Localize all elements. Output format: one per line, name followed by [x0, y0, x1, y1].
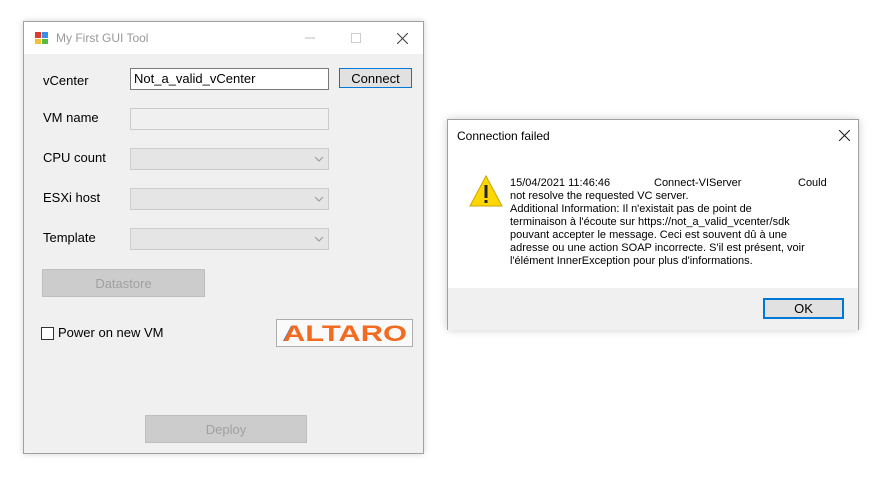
- deploy-button[interactable]: Deploy: [145, 415, 307, 443]
- template-select[interactable]: [130, 228, 329, 250]
- message-line: not resolve the requested VC server.: [510, 190, 689, 202]
- main-window: My First GUI Tool vCenter Not_a_valid_vC…: [23, 21, 424, 454]
- dialog-close-button[interactable]: [830, 120, 858, 150]
- close-button[interactable]: [379, 22, 425, 54]
- window-title: My First GUI Tool: [56, 31, 149, 45]
- dialog-footer: OK: [448, 288, 858, 330]
- message-line: terminaison à l'écoute sur https://not_a…: [510, 216, 790, 228]
- message-source: Connect-VIServer: [654, 177, 742, 189]
- chevron-down-icon: [314, 236, 324, 242]
- vcenter-label: vCenter: [43, 73, 89, 88]
- message-line: Additional Information: Il n'existait pa…: [510, 203, 752, 215]
- message-line: adresse ou une action SOAP incorrecte. S…: [510, 242, 805, 254]
- error-message: 15/04/2021 11:46:46 Connect-VIServer Cou…: [510, 177, 836, 268]
- message-could: Could: [798, 177, 827, 189]
- minimize-icon: [305, 37, 315, 39]
- chevron-down-icon: [314, 156, 324, 162]
- app-icon: [35, 32, 48, 44]
- minimize-button[interactable]: [287, 22, 333, 54]
- esxi-host-select[interactable]: [130, 188, 329, 210]
- title-bar: My First GUI Tool: [24, 22, 423, 54]
- vm-name-label: VM name: [43, 110, 99, 125]
- power-on-checkbox[interactable]: [41, 327, 54, 340]
- power-on-label: Power on new VM: [58, 325, 164, 340]
- message-timestamp: 15/04/2021 11:46:46: [510, 177, 611, 189]
- cpu-count-select[interactable]: [130, 148, 329, 170]
- ok-button[interactable]: OK: [763, 298, 844, 319]
- template-label: Template: [43, 230, 96, 245]
- dialog-title: Connection failed: [457, 129, 550, 143]
- connection-failed-dialog: Connection failed 15/04/2021 11:46:46 Co…: [447, 119, 859, 330]
- chevron-down-icon: [314, 196, 324, 202]
- warning-icon: [469, 175, 503, 207]
- message-header-row: 15/04/2021 11:46:46 Connect-VIServer Cou…: [510, 177, 836, 190]
- vcenter-input[interactable]: Not_a_valid_vCenter: [130, 68, 329, 90]
- message-line: l'élément InnerException pour plus d'inf…: [510, 255, 753, 267]
- connect-button[interactable]: Connect: [339, 68, 412, 88]
- datastore-button[interactable]: Datastore: [42, 269, 205, 297]
- maximize-icon: [351, 33, 361, 43]
- altaro-logo: ALTARO: [276, 319, 413, 347]
- logo-text: ALTARO: [283, 321, 407, 346]
- close-icon: [838, 129, 850, 141]
- altaro-logo-graphic: ALTARO: [283, 321, 407, 346]
- vm-name-input[interactable]: [130, 108, 329, 130]
- close-icon: [396, 32, 408, 44]
- maximize-button[interactable]: [333, 22, 379, 54]
- message-line: pouvant accepter le message. Ceci est so…: [510, 229, 788, 241]
- esxi-host-label: ESXi host: [43, 190, 101, 205]
- cpu-count-label: CPU count: [43, 150, 106, 165]
